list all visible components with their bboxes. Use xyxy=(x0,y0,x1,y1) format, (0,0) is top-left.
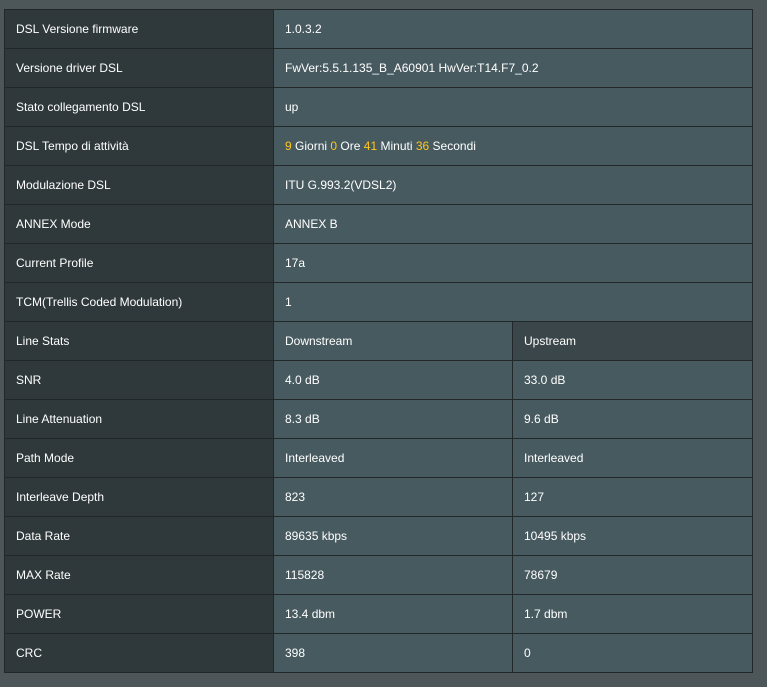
downstream-value: 8.3 dB xyxy=(273,399,513,439)
stat-label: Path Mode xyxy=(4,438,274,478)
upstream-header: Upstream xyxy=(511,321,754,361)
stat-label: SNR xyxy=(4,360,274,400)
upstream-value: Interleaved xyxy=(511,438,754,478)
row-value: ANNEX B xyxy=(272,204,754,244)
row-label: Stato collegamento DSL xyxy=(4,87,274,127)
info-row-annex: ANNEX Mode ANNEX B xyxy=(4,204,754,244)
uptime-value: 9 Giorni 0 Ore 41 Minuti 36 Secondi xyxy=(272,126,754,166)
row-label: DSL Tempo di attività xyxy=(4,126,274,166)
row-value: 1.0.3.2 xyxy=(272,9,754,49)
row-value: 17a xyxy=(272,243,754,283)
upstream-value: 0 xyxy=(511,633,754,673)
downstream-value: Interleaved xyxy=(273,438,513,478)
downstream-value: 823 xyxy=(273,477,513,517)
info-row-driver: Versione driver DSL FwVer:5.5.1.135_B_A6… xyxy=(4,48,754,88)
stat-label: Data Rate xyxy=(4,516,274,556)
stat-row-data-rate: Data Rate 89635 kbps 10495 kbps xyxy=(4,516,754,556)
info-row-firmware: DSL Versione firmware 1.0.3.2 xyxy=(4,9,754,49)
row-value: up xyxy=(272,87,754,127)
uptime-minutes-unit: Minuti xyxy=(380,139,413,153)
row-value: 1 xyxy=(272,282,754,322)
stat-label: MAX Rate xyxy=(4,555,274,595)
row-label: Current Profile xyxy=(4,243,274,283)
downstream-value: 398 xyxy=(273,633,513,673)
info-row-tcm: TCM(Trellis Coded Modulation) 1 xyxy=(4,282,754,322)
info-row-uptime: DSL Tempo di attività 9 Giorni 0 Ore 41 … xyxy=(4,126,754,166)
stat-row-crc: CRC 398 0 xyxy=(4,633,754,673)
downstream-value: 13.4 dbm xyxy=(273,594,513,634)
downstream-value: 115828 xyxy=(273,555,513,595)
row-label: Modulazione DSL xyxy=(4,165,274,205)
row-label: Versione driver DSL xyxy=(4,48,274,88)
upstream-value: 127 xyxy=(511,477,754,517)
stat-row-snr: SNR 4.0 dB 33.0 dB xyxy=(4,360,754,400)
dsl-info-table: DSL Versione firmware 1.0.3.2 Versione d… xyxy=(4,9,754,673)
stat-row-interleave-depth: Interleave Depth 823 127 xyxy=(4,477,754,517)
stat-label: CRC xyxy=(4,633,274,673)
uptime-seconds: 36 xyxy=(415,139,430,153)
info-row-modulation: Modulazione DSL ITU G.993.2(VDSL2) xyxy=(4,165,754,205)
stat-label: Interleave Depth xyxy=(4,477,274,517)
downstream-value: 89635 kbps xyxy=(273,516,513,556)
info-row-profile: Current Profile 17a xyxy=(4,243,754,283)
line-stats-header-row: Line Stats Downstream Upstream xyxy=(4,321,754,361)
info-row-link-status: Stato collegamento DSL up xyxy=(4,87,754,127)
uptime-days: 9 xyxy=(285,139,292,153)
upstream-value: 33.0 dB xyxy=(511,360,754,400)
row-label: TCM(Trellis Coded Modulation) xyxy=(4,282,274,322)
stat-label: Line Attenuation xyxy=(4,399,274,439)
uptime-hours: 0 xyxy=(330,139,338,153)
stat-row-power: POWER 13.4 dbm 1.7 dbm xyxy=(4,594,754,634)
downstream-value: 4.0 dB xyxy=(273,360,513,400)
downstream-header: Downstream xyxy=(273,321,513,361)
row-value: FwVer:5.5.1.135_B_A60901 HwVer:T14.F7_0.… xyxy=(272,48,754,88)
stat-label: POWER xyxy=(4,594,274,634)
uptime-seconds-unit: Secondi xyxy=(432,139,476,153)
uptime-days-unit: Giorni xyxy=(295,139,328,153)
upstream-value: 9.6 dB xyxy=(511,399,754,439)
uptime-hours-unit: Ore xyxy=(340,139,361,153)
row-label: DSL Versione firmware xyxy=(4,9,274,49)
upstream-value: 10495 kbps xyxy=(511,516,754,556)
upstream-value: 78679 xyxy=(511,555,754,595)
uptime-minutes: 41 xyxy=(363,139,378,153)
dsl-info-panel: DSL Versione firmware 1.0.3.2 Versione d… xyxy=(0,0,767,687)
stat-row-path-mode: Path Mode Interleaved Interleaved xyxy=(4,438,754,478)
row-label: ANNEX Mode xyxy=(4,204,274,244)
stat-row-attenuation: Line Attenuation 8.3 dB 9.6 dB xyxy=(4,399,754,439)
row-value: ITU G.993.2(VDSL2) xyxy=(272,165,754,205)
line-stats-header: Line Stats xyxy=(4,321,274,361)
stat-row-max-rate: MAX Rate 115828 78679 xyxy=(4,555,754,595)
upstream-value: 1.7 dbm xyxy=(511,594,754,634)
